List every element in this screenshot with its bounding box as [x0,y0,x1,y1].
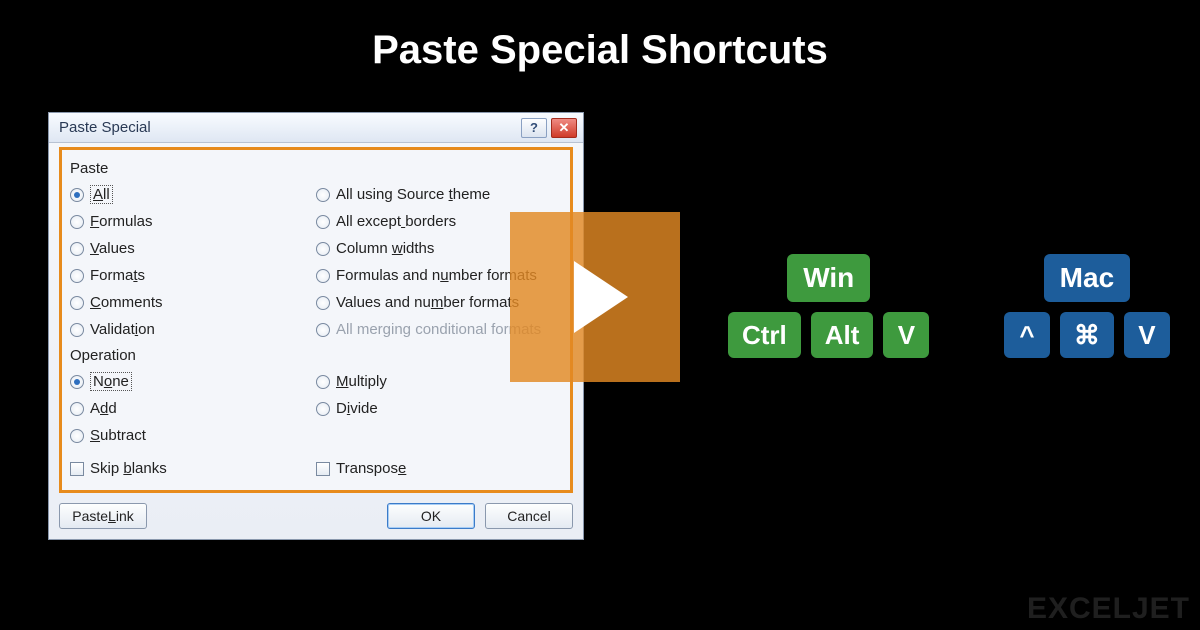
page-title: Paste Special Shortcuts [0,0,1200,73]
paste-link-button[interactable]: Paste Link [59,503,147,529]
radio-icon [316,269,330,283]
radio-icon [70,375,84,389]
key-alt: Alt [811,312,874,358]
paste-label: Formulas and number formats [336,267,537,284]
paste-label: Column widths [336,240,434,257]
radio-icon [70,242,84,256]
paste-option[interactable]: Formats [70,262,316,289]
radio-icon [70,215,84,229]
brand-watermark: EXCELJET [1027,592,1190,626]
checkbox-icon [316,462,330,476]
radio-icon [316,242,330,256]
checkbox-icon [70,462,84,476]
paste-option[interactable]: Validation [70,316,316,343]
radio-icon [70,429,84,443]
paste-special-dialog: Paste Special ? ✕ Paste All Formulas Value… [48,112,584,540]
paste-label: Comments [90,294,163,311]
cancel-button[interactable]: Cancel [485,503,573,529]
paste-option[interactable]: Comments [70,289,316,316]
play-icon [574,261,628,333]
radio-icon [70,269,84,283]
paste-section-label: Paste [70,160,562,177]
paste-label: All [90,185,113,204]
transpose-checkbox[interactable]: Transpose [316,455,562,482]
help-button[interactable]: ? [521,118,547,138]
close-button[interactable]: ✕ [551,118,577,138]
radio-icon [316,402,330,416]
operation-option[interactable]: Subtract [70,422,316,449]
radio-icon [316,188,330,202]
operation-label: Multiply [336,373,387,390]
dialog-title: Paste Special [59,119,517,136]
radio-icon [70,323,84,337]
operation-option[interactable]: Add [70,395,316,422]
operation-label: Add [90,400,117,417]
transpose-label: Transpose [336,460,406,477]
key-command: ⌘ [1060,312,1114,358]
skip-blanks-label: Skip blanks [90,460,167,477]
operation-label: Subtract [90,427,146,444]
paste-option[interactable]: All using Source theme [316,181,562,208]
radio-icon [70,188,84,202]
operation-option[interactable]: None [70,368,316,395]
skip-blanks-checkbox[interactable]: Skip blanks [70,455,316,482]
paste-option[interactable]: All [70,181,316,208]
radio-icon [70,296,84,310]
paste-option[interactable]: Values [70,235,316,262]
paste-label: Values [90,240,135,257]
key-v: V [883,312,929,358]
radio-icon [316,296,330,310]
win-label-key: Win [787,254,870,302]
paste-label: Values and number formats [336,294,519,311]
radio-icon [316,215,330,229]
radio-icon [316,375,330,389]
paste-label: All except borders [336,213,456,230]
operation-label: Divide [336,400,378,417]
key-v-mac: V [1124,312,1170,358]
shortcut-keys: Win Ctrl Alt V Mac ^ ⌘ V [728,244,1170,358]
paste-label: Validation [90,321,155,338]
operation-option[interactable]: Divide [316,395,562,422]
radio-icon [316,323,330,337]
paste-option[interactable]: Formulas [70,208,316,235]
key-control: ^ [1004,312,1050,358]
paste-label: All using Source theme [336,186,490,203]
operation-label: None [90,372,132,391]
mac-label-key: Mac [1044,254,1130,302]
win-shortcut-group: Win Ctrl Alt V [728,244,929,358]
operation-section-label: Operation [70,347,562,364]
ok-button[interactable]: OK [387,503,475,529]
options-highlight-frame: Paste All Formulas Values Formats Comments Va… [59,147,573,493]
paste-label: Formulas [90,213,153,230]
paste-label: Formats [90,267,145,284]
play-button[interactable] [510,212,680,382]
dialog-titlebar[interactable]: Paste Special ? ✕ [49,113,583,143]
key-ctrl: Ctrl [728,312,801,358]
mac-shortcut-group: Mac ^ ⌘ V [1004,244,1170,358]
radio-icon [70,402,84,416]
